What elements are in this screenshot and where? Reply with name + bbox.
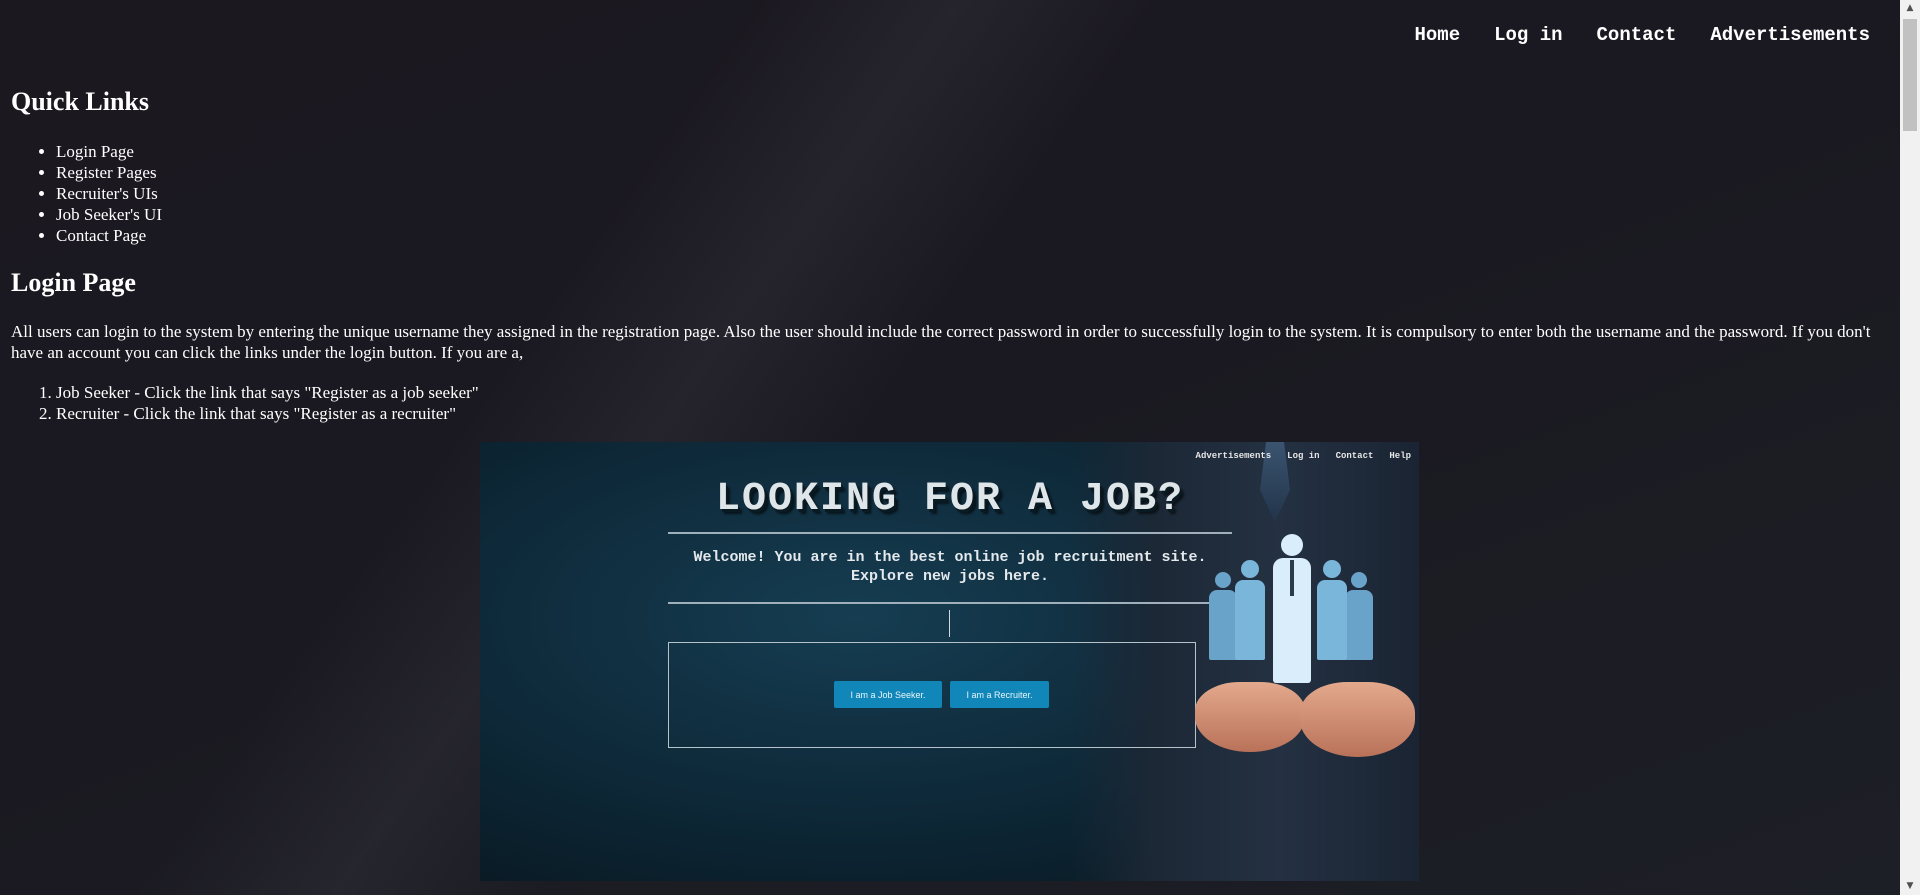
nav-contact-link[interactable]: Contact: [1597, 24, 1677, 46]
welcome-line-2: Explore new jobs here.: [850, 568, 1050, 585]
nav-login-link[interactable]: Log in: [1494, 24, 1562, 46]
quick-link-contact-page[interactable]: Contact Page: [56, 226, 146, 245]
triangle-up-icon[interactable]: ▲: [1900, 0, 1920, 17]
job-seeker-button: I am a Job Seeker.: [834, 681, 942, 708]
text-caret: [949, 610, 950, 637]
quick-link-recruiters-uis[interactable]: Recruiter's UIs: [56, 184, 158, 203]
welcome-line-1: Welcome! You are in the best online job …: [693, 549, 1207, 566]
quick-links-list: Login Page Register Pages Recruiter's UI…: [56, 141, 162, 246]
quick-links-heading: Quick Links: [11, 87, 150, 116]
divider: [668, 532, 1232, 534]
quick-link-register-pages[interactable]: Register Pages: [56, 163, 157, 182]
list-item: Job Seeker - Click the link that says "R…: [56, 382, 479, 403]
list-item: Recruiter's UIs: [56, 183, 162, 204]
list-item: Register Pages: [56, 162, 162, 183]
quick-link-job-seekers-ui[interactable]: Job Seeker's UI: [56, 205, 162, 224]
login-page-heading: Login Page: [11, 268, 136, 297]
screenshot-nav-contact: Contact: [1335, 451, 1374, 461]
list-item: Login Page: [56, 141, 162, 162]
registration-steps-list: Job Seeker - Click the link that says "R…: [56, 382, 479, 424]
list-item: Job Seeker's UI: [56, 204, 162, 225]
vertical-scrollbar[interactable]: ▲ ▼: [1900, 0, 1920, 895]
page-content: Home Log in Contact Advertisements Quick…: [0, 0, 1900, 895]
top-navigation: Home Log in Contact Advertisements: [1415, 24, 1871, 46]
screenshot-navigation: Advertisements Log in Contact Help: [1196, 451, 1411, 461]
login-description: All users can login to the system by ent…: [11, 322, 1871, 362]
quick-link-login-page[interactable]: Login Page: [56, 142, 134, 161]
recruiter-button: I am a Recruiter.: [950, 681, 1049, 708]
screenshot-title: LOOKING FOR A JOB?: [715, 477, 1185, 522]
login-page-screenshot: Advertisements Log in Contact Help LOOKI…: [480, 442, 1419, 881]
triangle-down-icon[interactable]: ▼: [1900, 878, 1920, 895]
list-item: Contact Page: [56, 225, 162, 246]
list-item: Recruiter - Click the link that says "Re…: [56, 403, 479, 424]
divider: [668, 602, 1232, 604]
screenshot-nav-login: Log in: [1287, 451, 1320, 461]
screenshot-nav-advertisements: Advertisements: [1195, 451, 1272, 461]
people-icon: [1195, 532, 1415, 757]
scrollbar-thumb[interactable]: [1903, 19, 1917, 131]
nav-advertisements-link[interactable]: Advertisements: [1710, 24, 1870, 46]
screenshot-welcome-text: Welcome! You are in the best online job …: [668, 548, 1232, 586]
nav-home-link[interactable]: Home: [1415, 24, 1461, 46]
hands-graphic: [1195, 682, 1305, 752]
screenshot-nav-help: Help: [1389, 451, 1411, 461]
